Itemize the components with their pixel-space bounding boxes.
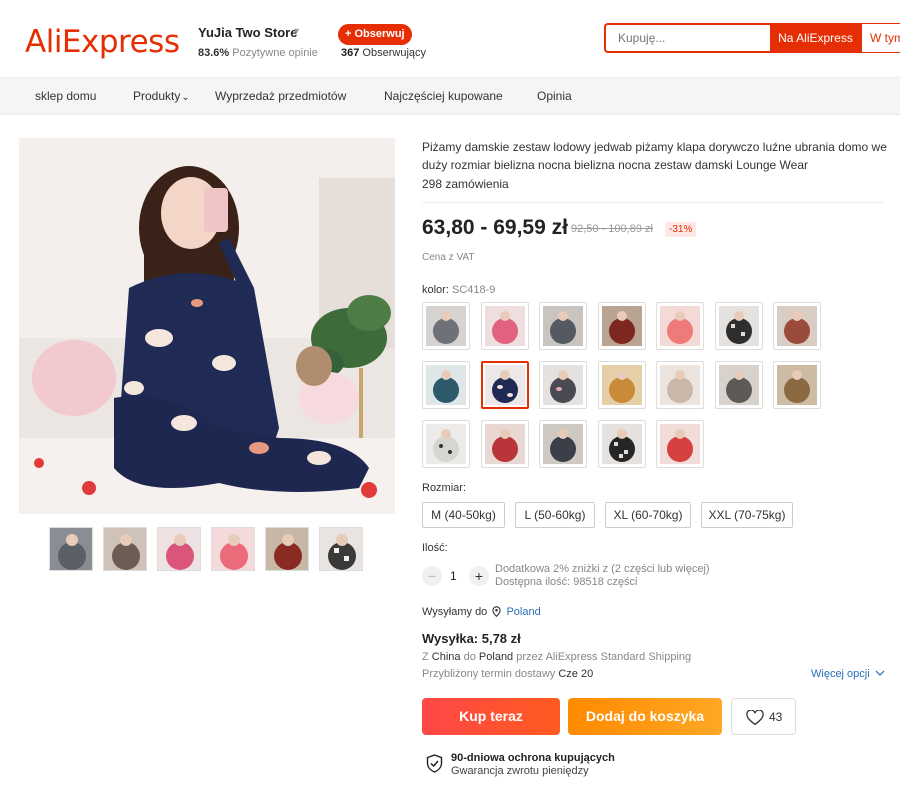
followers-count: 367 <box>341 47 360 59</box>
route-from-word: Z <box>422 651 429 663</box>
nav-item-top-selling[interactable]: Najczęściej kupowane <box>384 89 503 103</box>
search-aliexpress-button[interactable]: Na AliExpress <box>770 23 861 53</box>
heart-icon <box>746 710 764 726</box>
shield-check-icon <box>426 754 443 778</box>
store-nav: sklep domu Produkty⌄ Wyprzedaż przedmiot… <box>0 78 900 115</box>
more-options-label: Więcej opcji <box>811 668 870 680</box>
available-stock: Dostępna ilość: 98518 części <box>495 576 638 588</box>
search-box <box>604 23 770 53</box>
location-pin-icon <box>492 606 502 620</box>
caret-down-icon[interactable]: ▼ <box>292 26 301 36</box>
route-carrier: przez AliExpress Standard Shipping <box>516 651 692 663</box>
positive-label: Pozytywne opinie <box>232 47 318 59</box>
color-swatch[interactable] <box>481 302 529 350</box>
nav-item-products[interactable]: Produkty⌄ <box>133 89 190 103</box>
color-swatch[interactable] <box>481 420 529 468</box>
quantity-label: Ilość: <box>422 542 448 554</box>
color-swatch[interactable] <box>773 361 821 409</box>
bulk-discount-note: Dodatkowa 2% zniżki z (2 części lub więc… <box>495 563 710 575</box>
thumbnail-item[interactable] <box>319 527 363 571</box>
quantity-increase-button[interactable]: + <box>469 566 489 586</box>
product-price: 63,80 - 69,59 zł <box>422 216 568 239</box>
divider <box>422 202 884 203</box>
wishlist-count: 43 <box>769 710 783 724</box>
ship-to-country-link[interactable]: Poland <box>506 606 540 618</box>
followers-label: Obserwujący <box>362 47 426 59</box>
thumbnail-item[interactable] <box>211 527 255 571</box>
color-swatch[interactable] <box>422 302 470 350</box>
buy-now-button[interactable]: Kup teraz <box>422 698 560 735</box>
nav-item-home[interactable]: sklep domu <box>35 89 96 103</box>
size-option-xl[interactable]: XL (60-70kg) <box>605 502 691 528</box>
product-main-image[interactable] <box>19 138 395 514</box>
color-value: SC418-9 <box>451 284 496 296</box>
positive-rate: 83.6% <box>198 47 230 59</box>
shipping-price: Wysyłka: 5,78 zł <box>422 631 521 646</box>
color-swatch[interactable] <box>422 361 470 409</box>
follow-button[interactable]: + Obserwuj <box>338 24 412 45</box>
color-swatch[interactable] <box>715 302 763 350</box>
thumbnail-item[interactable] <box>265 527 309 571</box>
order-count: 298 zamówienia <box>422 177 509 191</box>
color-swatch[interactable] <box>773 302 821 350</box>
store-positive-rating: 83.6% Pozytywne opinie <box>198 47 318 59</box>
color-swatch[interactable] <box>598 302 646 350</box>
size-label: Rozmiar: <box>422 482 467 494</box>
nav-item-feedback[interactable]: Opinia <box>537 89 572 103</box>
size-option-xxl[interactable]: XXL (70-75kg) <box>701 502 793 528</box>
followers-info: 367 Obserwujący <box>341 47 426 59</box>
search-store-button[interactable]: W tym sklepie <box>861 23 900 53</box>
quantity-decrease-button[interactable]: − <box>422 566 442 586</box>
eta-label: Przybliżony termin dostawy <box>422 668 556 680</box>
chevron-down-icon <box>875 668 885 680</box>
color-swatch[interactable] <box>715 361 763 409</box>
thumbnail-item[interactable] <box>49 527 93 571</box>
product-title: Piżamy damskie zestaw lodowy jedwab piża… <box>422 140 887 172</box>
buyer-protection-subtitle: Gwarancja zwrotu pieniędzy <box>451 765 589 777</box>
size-option-l[interactable]: L (50-60kg) <box>515 502 595 528</box>
size-option-m[interactable]: M (40-50kg) <box>422 502 505 528</box>
store-name[interactable]: YuJia Two Store <box>198 25 297 40</box>
vat-note: Cena z VAT <box>422 252 475 263</box>
ship-to-label: Wysyłamy do <box>422 606 488 618</box>
eta-value: Cze 20 <box>558 668 594 680</box>
buyer-protection-title: 90-dniowa ochrona kupujących <box>451 752 615 764</box>
quantity-value[interactable]: 1 <box>450 569 457 583</box>
color-swatch-selected[interactable] <box>481 361 529 409</box>
color-label-text: kolor: <box>422 284 449 296</box>
ship-to: Wysyłamy do Poland <box>422 606 541 620</box>
color-label: kolor: SC418-9 <box>422 284 495 296</box>
color-swatch[interactable] <box>539 302 587 350</box>
route-to-word: do <box>463 651 476 663</box>
original-price: 92,50 - 100,89 zł <box>571 223 653 235</box>
color-swatch[interactable] <box>656 361 704 409</box>
quantity-info: Dodatkowa 2% zniżki z (2 części lub więc… <box>495 563 710 589</box>
route-from: China <box>431 651 461 663</box>
color-swatch[interactable] <box>598 361 646 409</box>
color-swatch[interactable] <box>656 302 704 350</box>
add-to-cart-button[interactable]: Dodaj do koszyka <box>568 698 722 735</box>
color-swatch[interactable] <box>656 420 704 468</box>
color-swatch[interactable] <box>422 420 470 468</box>
nav-item-sale[interactable]: Wyprzedaż przedmiotów <box>215 89 346 103</box>
thumbnail-item[interactable] <box>157 527 201 571</box>
delivery-estimate: Przybliżony termin dostawy Cze 20 <box>422 668 593 680</box>
aliexpress-logo[interactable]: AliExpress <box>25 24 180 60</box>
store-header: AliExpress YuJia Two Store ▼ 83.6% Pozyt… <box>0 0 900 78</box>
discount-badge: -31% <box>665 222 697 237</box>
color-swatch[interactable] <box>539 361 587 409</box>
route-to: Poland <box>478 651 514 663</box>
shipping-route: Z China do Poland przez AliExpress Stand… <box>422 651 691 663</box>
color-swatch[interactable] <box>539 420 587 468</box>
search-input[interactable] <box>606 25 770 51</box>
chevron-down-icon: ⌄ <box>181 92 190 103</box>
nav-item-products-label: Produkty <box>133 89 181 103</box>
wishlist-button[interactable]: 43 <box>731 698 796 735</box>
more-shipping-options-link[interactable]: Więcej opcji <box>811 668 885 680</box>
thumbnail-item[interactable] <box>103 527 147 571</box>
color-swatch[interactable] <box>598 420 646 468</box>
